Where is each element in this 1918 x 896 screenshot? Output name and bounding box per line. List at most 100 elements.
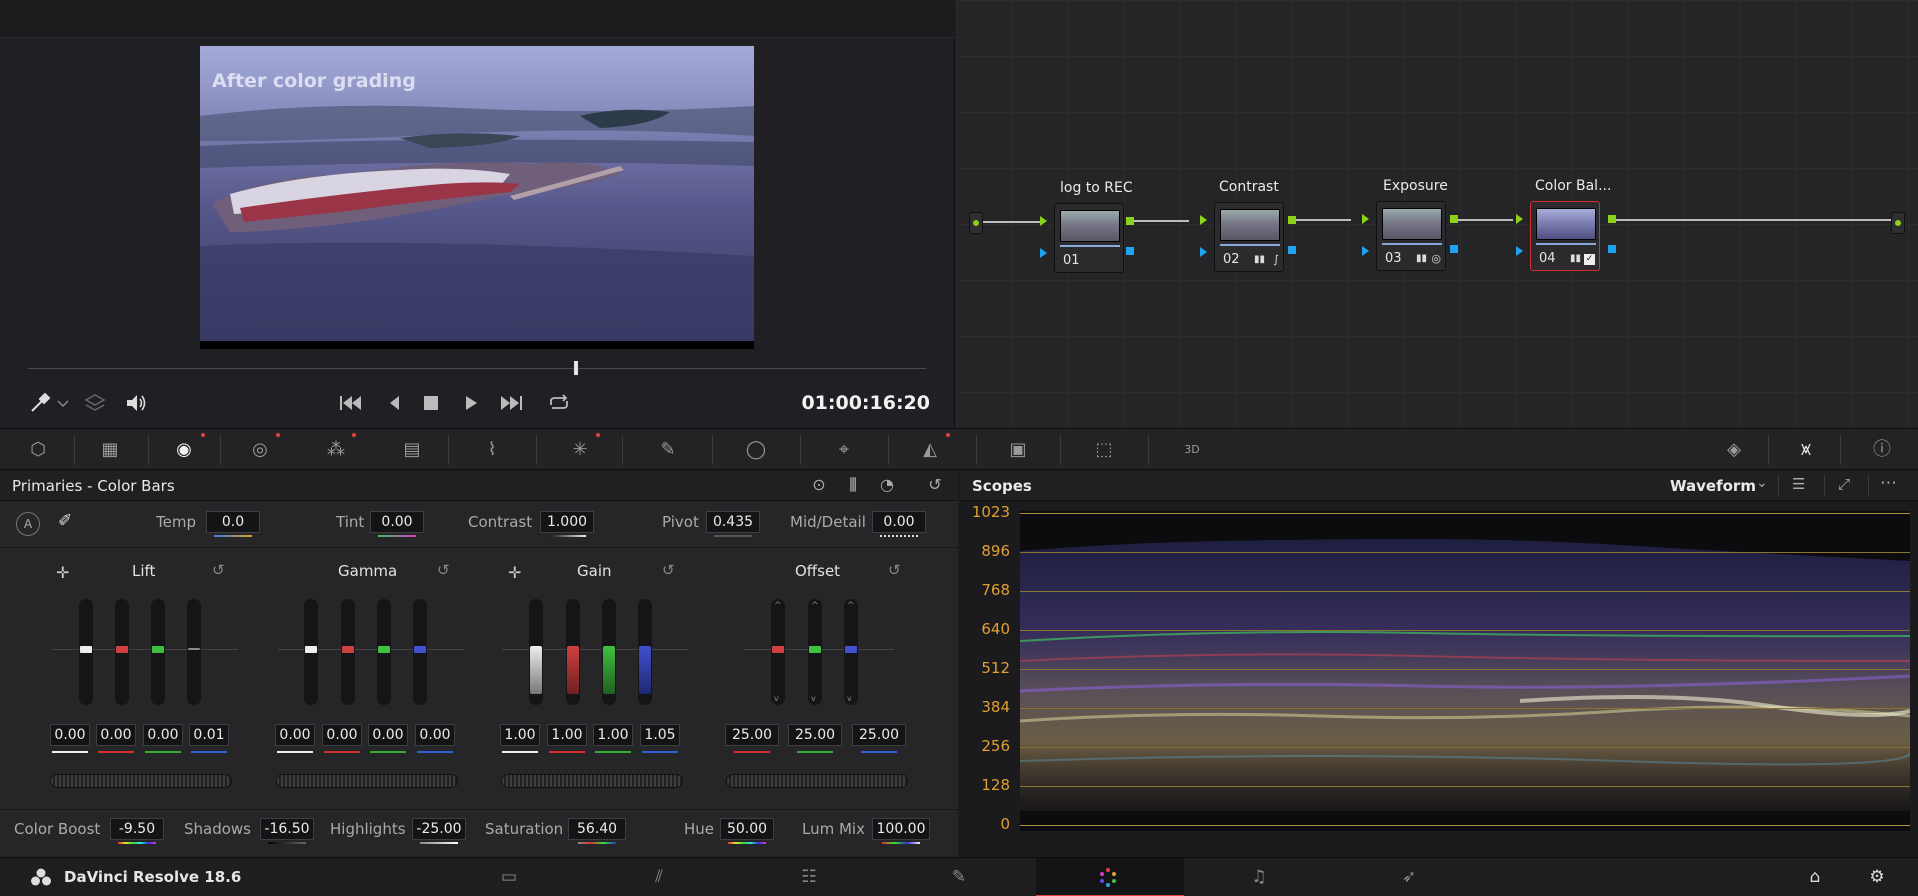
temp-field[interactable]: 0.0 [206,511,260,533]
color-match-icon[interactable]: ▦ [96,437,124,463]
offset-r-value[interactable]: 25.00 [725,724,779,746]
gain-master-wheel[interactable] [501,774,683,788]
output-node[interactable] [1891,212,1905,234]
3d-icon[interactable]: 3D [1178,437,1206,463]
scope-mode-dropdown[interactable]: Waveform [1670,477,1756,495]
rgb-mixer-icon[interactable]: ⁂ [322,437,350,463]
qualifier-eyedropper-icon[interactable]: ✎ [654,437,682,463]
lift-y-value[interactable]: 0.00 [50,724,90,746]
gamma-y-value[interactable]: 0.00 [275,724,315,746]
settings-gear-icon[interactable]: ⚙ [1862,866,1892,888]
gain-g-slider[interactable] [602,599,616,705]
crosshair-picker-icon[interactable]: ✛ [508,563,521,582]
timeline-scrubber[interactable] [28,368,926,369]
lift-master-wheel[interactable] [50,774,232,788]
cut-page-icon[interactable]: ⫽ [644,866,674,888]
lift-b-slider[interactable] [187,599,201,705]
hue-field[interactable]: 50.00 [720,818,774,840]
gain-b-value[interactable]: 1.05 [640,724,680,746]
offset-r-slider[interactable]: ^ v [771,599,785,705]
blur-icon[interactable]: ◭ [916,437,944,463]
shadows-field[interactable]: -16.50 [260,818,314,840]
volume-icon[interactable] [124,392,150,414]
gain-y-slider[interactable] [529,599,543,705]
node-03[interactable]: 03 ▮▮ ◎ [1376,201,1446,271]
gamma-r-value[interactable]: 0.00 [322,724,362,746]
play-icon[interactable] [458,392,484,414]
lift-g-value[interactable]: 0.00 [143,724,183,746]
tracker-icon[interactable]: ⌖ [830,437,858,463]
stop-icon[interactable] [418,392,444,414]
eyedropper-icon[interactable] [28,392,54,414]
scope-settings-icon[interactable]: ☰ [1792,475,1805,493]
reset-icon[interactable]: ↺ [924,475,946,497]
media-page-icon[interactable]: ▭ [494,866,524,888]
color-boost-field[interactable]: -9.50 [110,818,164,840]
gain-b-slider[interactable] [638,599,652,705]
lift-y-slider[interactable] [79,599,93,705]
gain-y-value[interactable]: 1.00 [500,724,540,746]
gamma-master-wheel[interactable] [276,774,458,788]
offset-g-value[interactable]: 25.00 [788,724,842,746]
lift-reset-icon[interactable]: ↺ [212,561,225,579]
expand-icon[interactable]: ⤢ [1838,475,1850,493]
node-01[interactable]: 01 [1054,203,1124,273]
auto-balance-button[interactable]: A [16,512,40,536]
source-input-node[interactable] [969,212,983,234]
home-icon[interactable]: ⌂ [1800,866,1830,888]
jump-to-start-icon[interactable] [338,392,364,414]
color-page-tab[interactable] [1036,858,1184,896]
motion-effects-icon[interactable]: ▤ [398,437,426,463]
offset-b-value[interactable]: 25.00 [852,724,906,746]
chevron-down-icon[interactable] [56,392,82,414]
color-warper-icon[interactable]: ✳ [566,437,594,463]
color-wheels-mode-icon[interactable]: ⊙ [808,475,830,497]
node-02[interactable]: 02 ▮▮ ∫ [1214,202,1284,272]
node-04-selected[interactable]: 04 ▮▮ ✓ [1530,201,1600,271]
sizing-icon[interactable]: ⬚ [1090,437,1118,463]
window-icon[interactable]: ◯ [742,437,770,463]
loop-icon[interactable] [546,392,572,414]
node-editor[interactable]: log to REC 01 Contrast 02 ▮▮ ∫ Exposure [956,0,1918,428]
offset-master-wheel[interactable] [726,774,908,788]
tint-field[interactable]: 0.00 [370,511,424,533]
info-icon[interactable]: ⓘ [1868,437,1896,463]
gamma-g-slider[interactable] [377,599,391,705]
jump-to-end-icon[interactable] [498,392,524,414]
more-options-icon[interactable]: ⋯ [1880,473,1897,493]
mid-detail-field[interactable]: 0.00 [872,511,926,533]
fusion-page-icon[interactable]: ✎ [944,866,974,888]
gamma-g-value[interactable]: 0.00 [368,724,408,746]
chevron-down-icon[interactable]: ⌄ [1756,475,1768,491]
contrast-field[interactable]: 1.000 [540,511,594,533]
gamma-b-value[interactable]: 0.00 [415,724,455,746]
primaries-bars-mode-icon[interactable]: ⫼ [842,475,864,497]
layers-icon[interactable] [82,392,108,414]
lift-b-value[interactable]: 0.01 [189,724,229,746]
log-wheels-mode-icon[interactable]: ◔ [876,475,898,497]
highlights-field[interactable]: -25.00 [412,818,466,840]
gain-reset-icon[interactable]: ↺ [662,561,675,579]
lum-mix-field[interactable]: 100.00 [872,818,930,840]
video-frame[interactable]: After color grading [200,46,754,349]
gamma-b-slider[interactable] [413,599,427,705]
keyframes-icon[interactable]: ◈ [1720,437,1748,463]
crosshair-picker-icon[interactable]: ✛ [56,563,69,582]
gamma-reset-icon[interactable]: ↺ [437,561,450,579]
pivot-field[interactable]: 0.435 [706,511,760,533]
offset-g-slider[interactable]: ^ v [808,599,822,705]
curves-icon[interactable]: ⌇ [478,437,506,463]
gain-r-slider[interactable] [566,599,580,705]
lift-r-value[interactable]: 0.00 [96,724,136,746]
offset-reset-icon[interactable]: ↺ [888,561,901,579]
deliver-page-icon[interactable]: ➶ [1394,866,1424,888]
step-back-icon[interactable] [382,392,408,414]
lift-g-slider[interactable] [151,599,165,705]
primaries-wheels-icon[interactable]: ◉ [170,437,198,463]
hdr-wheels-icon[interactable]: ◎ [246,437,274,463]
gain-r-value[interactable]: 1.00 [547,724,587,746]
scopes-icon[interactable]: ⩙ [1792,437,1820,463]
saturation-field[interactable]: 56.40 [568,818,626,840]
lift-r-slider[interactable] [115,599,129,705]
edit-page-icon[interactable]: ☷ [794,866,824,888]
